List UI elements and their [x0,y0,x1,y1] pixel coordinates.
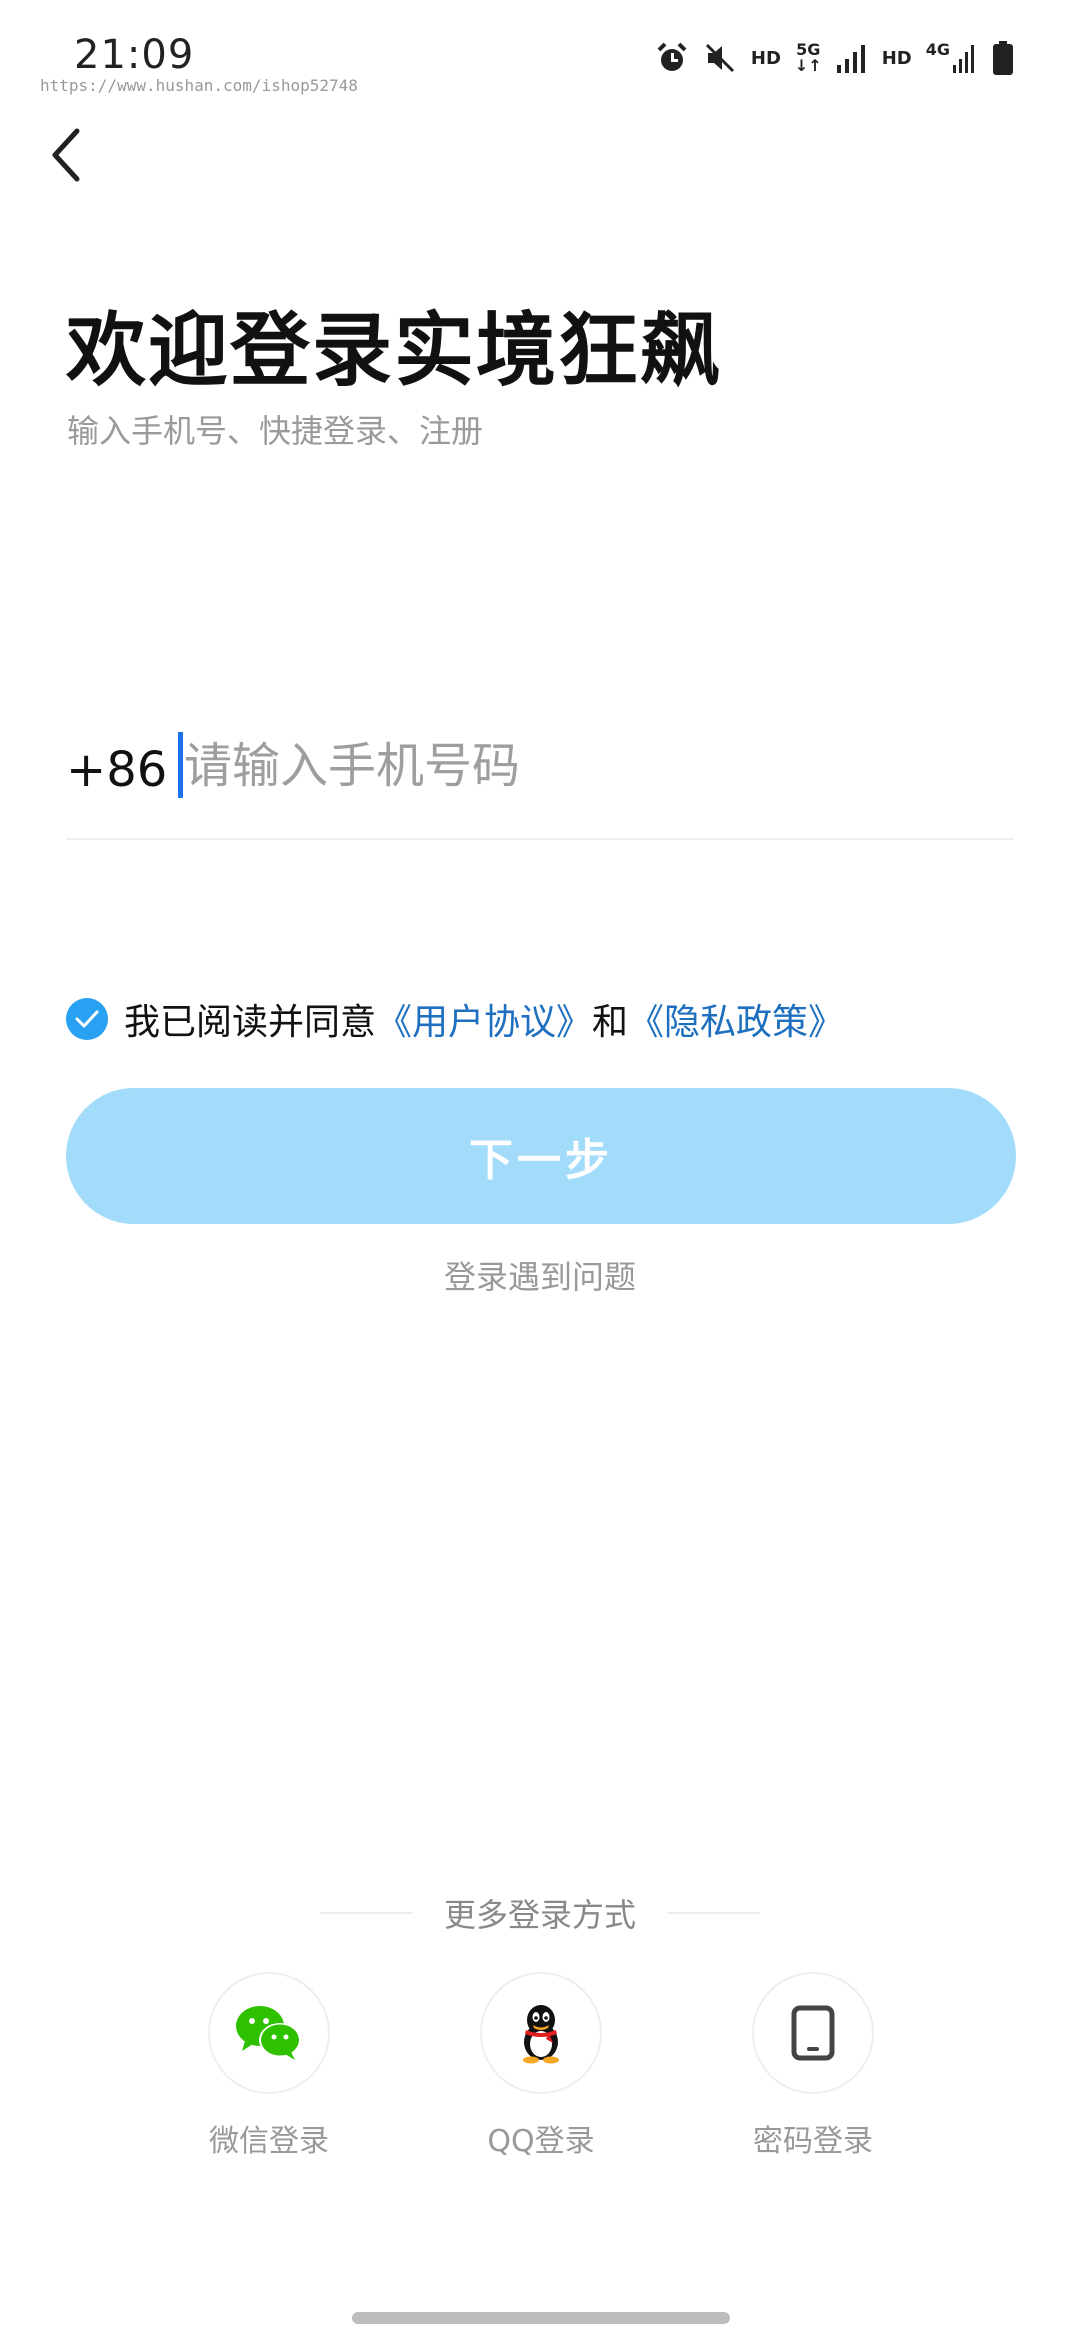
qq-login-button[interactable]: QQ登录 [451,1972,631,2160]
page-subtitle: 输入手机号、快捷登录、注册 [67,412,484,450]
status-time: 21:09 [74,32,195,78]
hd-icon: HD [750,47,781,69]
wechat-login-button[interactable]: 微信登录 [179,1972,359,2160]
privacy-policy-link[interactable]: 《隐私政策》 [628,993,844,1045]
more-login-title: 更多登录方式 [443,1896,636,1934]
qq-login-circle [480,1972,602,2094]
status-bar: 21:09 https://www.hushan.com/ishop52748 … [0,0,1080,100]
status-icons: HD 5G ↓↑ HD 4G [655,38,1014,78]
home-indicator[interactable] [352,2312,730,2324]
password-login-button[interactable]: 密码登录 [723,1972,903,2160]
alarm-icon [655,40,689,76]
phone-device-icon [791,2005,835,2061]
qq-login-label: QQ登录 [487,2124,595,2159]
5g-icon: 5G ↓↑ [795,40,822,76]
qq-icon [523,2005,559,2064]
page-title: 欢迎登录实境狂飙 [66,304,722,397]
checkmark-icon [75,1010,99,1028]
signal-icon [836,40,868,76]
hd-icon-2: HD [881,47,912,69]
divider-right [668,1912,760,1914]
mute-icon [703,40,737,76]
phone-field: +86 [66,720,1014,840]
watermark-url: https://www.hushan.com/ishop52748 [40,76,358,95]
login-trouble-link[interactable]: 登录遇到问题 [0,1252,1080,1298]
data-arrows-icon: ↓↑ [794,56,822,75]
agreement-checkbox[interactable] [66,998,108,1040]
4g-signal-icon: 4G [926,40,978,76]
chevron-left-icon [52,128,80,182]
password-login-circle [752,1972,874,2094]
wechat-login-label: 微信登录 [209,2124,329,2159]
user-agreement-link[interactable]: 《用户协议》 [376,993,592,1045]
wechat-login-circle [208,1972,330,2094]
divider-left [319,1912,412,1914]
back-button[interactable] [36,120,96,190]
more-login-header: 更多登录方式 [0,1890,1080,1936]
battery-icon [992,40,1014,76]
next-step-button[interactable]: 下一步 [66,1088,1016,1224]
input-underline [66,838,1014,840]
login-screen: 21:09 https://www.hushan.com/ishop52748 … [0,0,1080,2340]
country-code-selector[interactable]: +86 [66,742,167,798]
agreement-row: 我已阅读并同意 《用户协议》 和 《隐私政策》 [66,993,844,1045]
phone-input[interactable] [178,728,1004,804]
wechat-icon [236,2006,301,2060]
password-login-label: 密码登录 [753,2124,873,2159]
agreement-text: 我已阅读并同意 [124,1002,377,1043]
agreement-conjunction: 和 [592,1002,629,1043]
